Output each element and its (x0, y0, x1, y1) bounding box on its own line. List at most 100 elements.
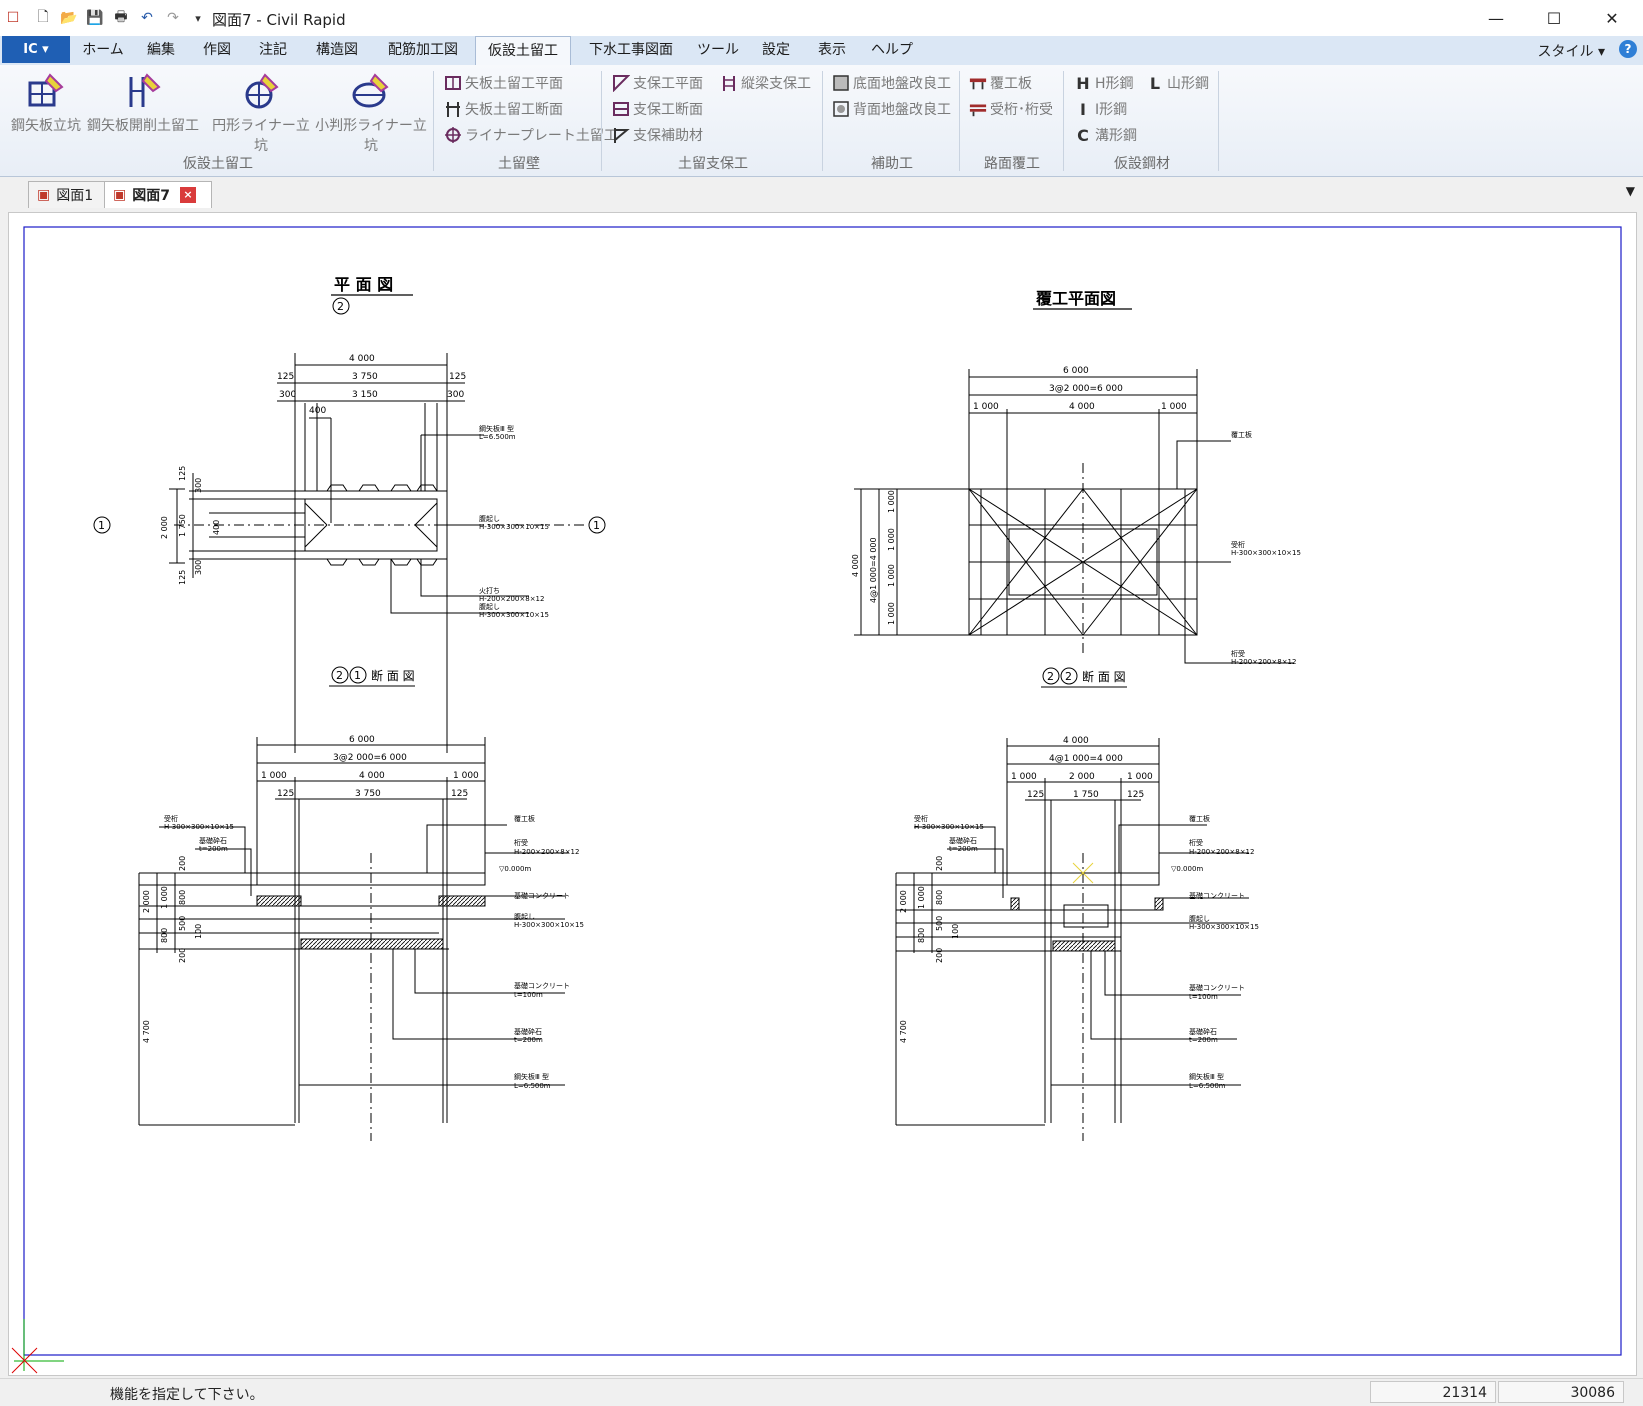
ukegeta-icon (969, 100, 987, 118)
channel-button[interactable]: C 溝形鋼 (1074, 123, 1137, 147)
koyaita-kaisaku-label: 鋼矢板開削土留工 (87, 118, 199, 134)
tab-rebar[interactable]: 配筋加工図 (378, 36, 468, 64)
svg-text:2 000: 2 000 (160, 516, 169, 539)
shiho-section-button[interactable]: 支保工断面 (612, 97, 703, 121)
tab-home[interactable]: ホーム (78, 36, 128, 64)
svg-text:3@2 000=6 000: 3@2 000=6 000 (1049, 384, 1123, 394)
tab-structure[interactable]: 構造図 (306, 36, 368, 64)
svg-text:火打ち: 火打ち (479, 586, 500, 595)
svg-text:t=100m: t=100m (1189, 993, 1218, 1001)
svg-text:4@1 000=4 000: 4@1 000=4 000 (1049, 754, 1123, 764)
svg-text:鋼矢板Ⅲ 型: 鋼矢板Ⅲ 型 (479, 424, 514, 433)
svg-text:125: 125 (277, 789, 294, 799)
svg-text:t=200m: t=200m (949, 845, 978, 853)
tab-draw[interactable]: 作図 (192, 36, 242, 64)
svg-text:受桁: 受桁 (164, 814, 178, 823)
ukegeta-button[interactable]: 受桁･桁受 (969, 97, 1053, 121)
fukukouban-button[interactable]: 覆工板 (969, 71, 1032, 95)
tab-view[interactable]: 表示 (808, 36, 856, 64)
close-window-button[interactable]: ✕ (1583, 0, 1641, 36)
koyaita-kaisaku-button[interactable]: 鋼矢板開削土留工 (86, 69, 200, 141)
angle-button[interactable]: L 山形鋼 (1146, 71, 1209, 95)
group-divider (822, 71, 823, 171)
drawing-canvas[interactable]: 平 面 図 2 4 000 125 3 750 125 300 3 150 30… (8, 212, 1637, 1376)
svg-text:300: 300 (447, 390, 464, 400)
new-file-icon[interactable]: 🗋 (32, 7, 54, 29)
tab-edit[interactable]: 編集 (136, 36, 186, 64)
maximize-button[interactable]: ☐ (1525, 0, 1583, 36)
drawing-doc-icon: ▣ (113, 187, 127, 203)
svg-text:125: 125 (449, 372, 466, 382)
svg-text:4 000: 4 000 (1063, 736, 1089, 746)
tatehari-icon (720, 74, 738, 92)
yaita-section-button[interactable]: 矢板土留工断面 (444, 97, 563, 121)
tab-sewer[interactable]: 下水工事図面 (580, 36, 682, 64)
shiho-plan-button[interactable]: 支保工平面 (612, 71, 703, 95)
svg-text:800: 800 (917, 928, 926, 943)
section-mark-2-plan: 2 (332, 297, 350, 315)
svg-text:1: 1 (354, 669, 361, 682)
svg-text:t=200m: t=200m (199, 845, 228, 853)
tab-list-dropdown-icon[interactable]: ▼ (1626, 184, 1635, 198)
print-icon[interactable]: 🖶 (110, 7, 132, 29)
plan-dim-labels: 4 000 125 3 750 125 300 3 150 300 400 鋼矢… (277, 354, 549, 619)
svg-text:1 000: 1 000 (887, 490, 896, 513)
open-folder-icon[interactable]: 📂 (58, 7, 80, 29)
svg-text:100: 100 (194, 924, 203, 939)
doc-tab-1[interactable]: ▣ 図面1 (28, 181, 114, 208)
svg-text:L=6.500m: L=6.500m (1189, 1082, 1226, 1090)
document-tab-bar: ▣ 図面1 ▣ 図面7 × ▼ (0, 178, 1643, 209)
save-icon[interactable]: 💾 (84, 7, 106, 29)
help-icon[interactable]: ? (1619, 40, 1637, 58)
close-tab-icon[interactable]: × (179, 187, 196, 203)
app-icon[interactable]: ☐ (2, 7, 24, 29)
style-dropdown[interactable]: スタイル ▾ (1538, 41, 1605, 61)
yaita-section-icon (444, 100, 462, 118)
oval-liner-button[interactable]: 小判形ライナー立坑 (314, 69, 428, 154)
svg-text:200: 200 (935, 856, 944, 871)
circle-liner-label: 円形ライナー立坑 (212, 118, 310, 154)
svg-text:1 000: 1 000 (1127, 772, 1153, 782)
circle-liner-button[interactable]: 円形ライナー立坑 (210, 69, 312, 154)
yaita-plan-button[interactable]: 矢板土留工平面 (444, 71, 563, 95)
tab-settings[interactable]: 設定 (752, 36, 800, 64)
h-beam-button[interactable]: H H形鋼 (1074, 71, 1133, 95)
i-beam-button[interactable]: I I形鋼 (1074, 97, 1127, 121)
minimize-button[interactable]: — (1467, 0, 1525, 36)
svg-text:400: 400 (309, 406, 326, 416)
teimen-kairyo-button[interactable]: 底面地盤改良工 (832, 71, 951, 95)
koyaita-tatekou-label: 鋼矢板立坑 (11, 118, 81, 134)
tab-annotation[interactable]: 注記 (248, 36, 298, 64)
app-menu-button[interactable]: IC ▾ (2, 36, 70, 63)
svg-text:1: 1 (98, 519, 105, 532)
svg-text:500: 500 (935, 916, 944, 931)
section-22-title: 2 2 断 面 図 (1041, 667, 1127, 688)
svg-text:800: 800 (178, 890, 187, 905)
svg-text:200: 200 (935, 948, 944, 963)
quick-access-dropdown-icon[interactable]: ▾ (187, 7, 209, 29)
sheet-border (23, 226, 1622, 1356)
tab-help[interactable]: ヘルプ (866, 36, 918, 64)
svg-text:1 000: 1 000 (1161, 402, 1187, 412)
doc-tab-7[interactable]: ▣ 図面7 × (104, 181, 212, 208)
svg-text:125: 125 (1027, 790, 1044, 800)
svg-text:L=6.500m: L=6.500m (479, 433, 516, 441)
svg-text:200: 200 (178, 948, 187, 963)
koyaita-tatekou-button[interactable]: 鋼矢板立坑 (8, 69, 84, 141)
haimen-kairyo-button[interactable]: 背面地盤改良工 (832, 97, 951, 121)
svg-text:4 000: 4 000 (349, 354, 375, 364)
svg-text:1 000: 1 000 (160, 886, 169, 909)
status-message: 機能を指定して下さい。 (110, 1387, 264, 1403)
svg-text:H-300×300×10×15: H-300×300×10×15 (1231, 549, 1301, 557)
shiho-hojo-button[interactable]: 支保補助材 (612, 123, 703, 147)
svg-text:H-200×200×8×12: H-200×200×8×12 (514, 848, 579, 856)
liner-plate-button[interactable]: ライナープレート土留工 (444, 123, 618, 147)
cad-drawing: 平 面 図 2 4 000 125 3 750 125 300 3 150 30… (11, 226, 1622, 1374)
undo-icon[interactable]: ↶ (136, 7, 158, 29)
svg-text:3 750: 3 750 (355, 789, 381, 799)
tab-kasetsu[interactable]: 仮設土留工 (475, 36, 571, 66)
svg-text:基礎コンクリート: 基礎コンクリート (514, 891, 570, 900)
tab-tools[interactable]: ツール (692, 36, 744, 64)
redo-icon[interactable]: ↷ (162, 7, 184, 29)
tatehari-button[interactable]: 縦梁支保工 (720, 71, 811, 95)
